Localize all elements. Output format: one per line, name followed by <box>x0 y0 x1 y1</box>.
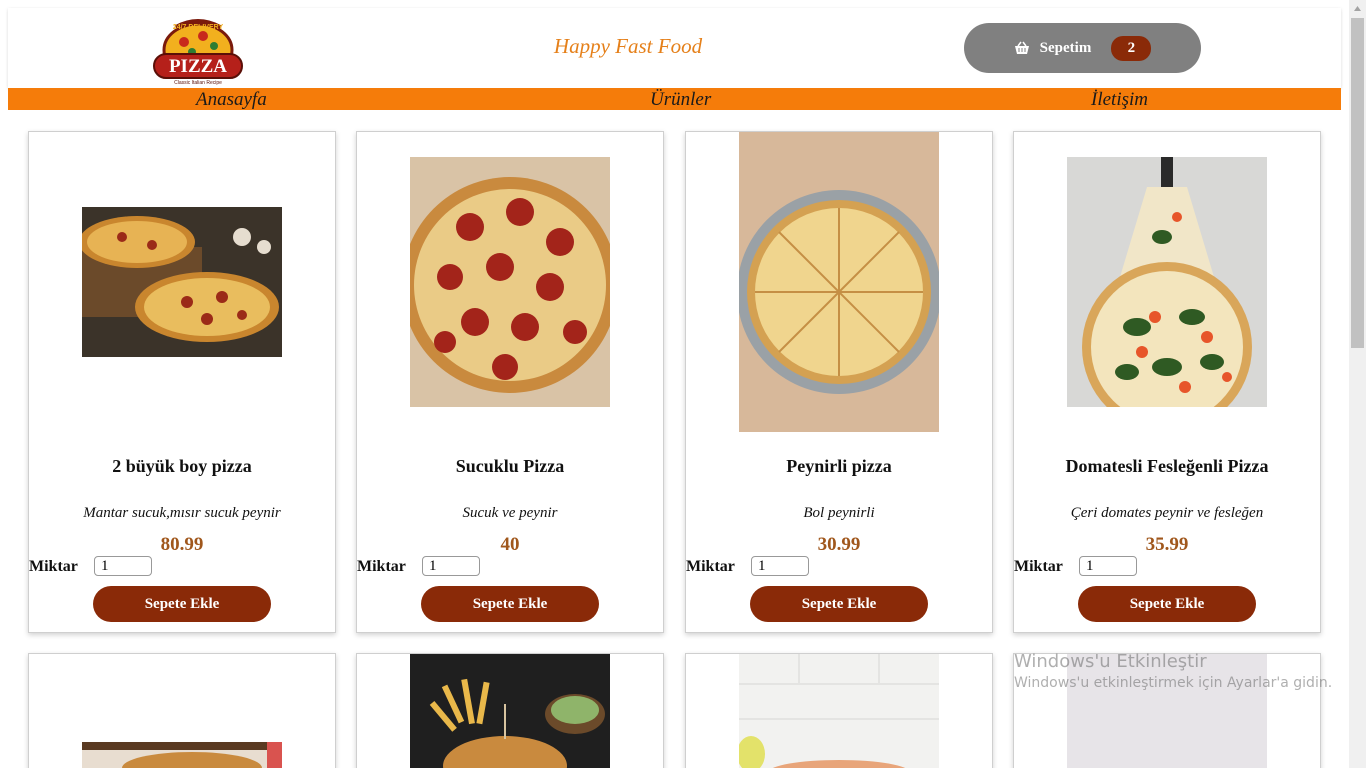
product-price: 80.99 <box>160 534 204 555</box>
cart-button[interactable]: Sepetim 2 <box>964 23 1201 73</box>
two-pizzas-photo <box>82 207 282 357</box>
product-description: Bol peynirli <box>803 505 875 521</box>
scroll-up-arrow-icon[interactable] <box>1349 0 1366 17</box>
vertical-scrollbar[interactable] <box>1349 0 1366 768</box>
product-card <box>28 653 336 768</box>
quantity-label: Miktar <box>29 558 78 575</box>
brand-title: Happy Fast Food <box>553 34 703 58</box>
product-card: Peynirli pizza Bol peynirli 30.99 Miktar… <box>685 131 993 633</box>
main-nav: Anasayfa Ürünler İletişim <box>8 88 1341 110</box>
nav-item-home[interactable]: Anasayfa <box>196 89 267 111</box>
page: 24/7 DELIVERY PIZZA Classic Italian Reci… <box>0 0 1349 768</box>
quantity-label: Miktar <box>1014 558 1063 575</box>
product-card <box>685 653 993 768</box>
product-price: 35.99 <box>1145 534 1189 555</box>
quantity-input[interactable] <box>422 556 480 576</box>
product-card <box>356 653 664 768</box>
add-to-cart-button[interactable]: Sepete Ekle <box>1078 586 1256 622</box>
add-to-cart-button[interactable]: Sepete Ekle <box>421 586 599 622</box>
scrollbar-thumb[interactable] <box>1351 18 1364 348</box>
product-name: Peynirli pizza <box>786 456 892 476</box>
product-card: Domatesli Fesleğenli Pizza Çeri domates … <box>1013 131 1321 633</box>
site-header: 24/7 DELIVERY PIZZA Classic Italian Reci… <box>8 8 1341 88</box>
cart-count-badge: 2 <box>1111 35 1152 61</box>
dish-photo <box>739 654 939 768</box>
burger-fries-photo <box>410 654 610 768</box>
quantity-input[interactable] <box>1079 556 1137 576</box>
logo-top-text: 24/7 DELIVERY <box>173 24 224 31</box>
quantity-label: Miktar <box>357 558 406 575</box>
watermark-subtitle: Windows'u etkinleştirmek için Ayarlar'a … <box>1014 675 1333 691</box>
add-to-cart-button[interactable]: Sepete Ekle <box>93 586 271 622</box>
product-description: Sucuk ve peynir <box>462 505 558 521</box>
product-description: Mantar sucuk,mısır sucuk peynir <box>83 505 281 521</box>
cheese-pizza-photo <box>739 132 939 432</box>
quantity-label: Miktar <box>686 558 735 575</box>
product-price: 30.99 <box>817 534 861 555</box>
pepperoni-pizza-photo <box>410 157 610 407</box>
product-card: Sucuklu Pizza Sucuk ve peynir 40 Miktar … <box>356 131 664 633</box>
nav-item-contact[interactable]: İletişim <box>1091 89 1148 111</box>
tomato-basil-pizza-photo <box>1067 157 1267 407</box>
quantity-input[interactable] <box>94 556 152 576</box>
product-name: 2 büyük boy pizza <box>112 456 252 476</box>
add-to-cart-button[interactable]: Sepete Ekle <box>750 586 928 622</box>
pizza-logo[interactable]: 24/7 DELIVERY PIZZA Classic Italian Reci… <box>148 14 248 86</box>
product-name: Domatesli Fesleğenli Pizza <box>1065 456 1269 476</box>
watermark-title: Windows'u Etkinleştir <box>1014 651 1207 672</box>
basket-icon <box>1014 41 1030 55</box>
windows-activation-watermark: Windows'u Etkinleştir Windows'u etkinleş… <box>1014 651 1332 691</box>
logo-main-text: PIZZA <box>169 56 227 77</box>
product-description: Çeri domates peynir ve fesleğen <box>1070 505 1264 521</box>
product-name: Sucuklu Pizza <box>455 456 565 476</box>
nav-item-products[interactable]: Ürünler <box>650 89 711 111</box>
quantity-input[interactable] <box>751 556 809 576</box>
cart-label: Sepetim <box>1039 39 1092 56</box>
burger-photo <box>82 742 282 768</box>
logo-sub-text: Classic Italian Recipe <box>174 80 222 86</box>
product-price: 40 <box>500 534 520 555</box>
product-card: 2 büyük boy pizza Mantar sucuk,mısır suc… <box>28 131 336 633</box>
